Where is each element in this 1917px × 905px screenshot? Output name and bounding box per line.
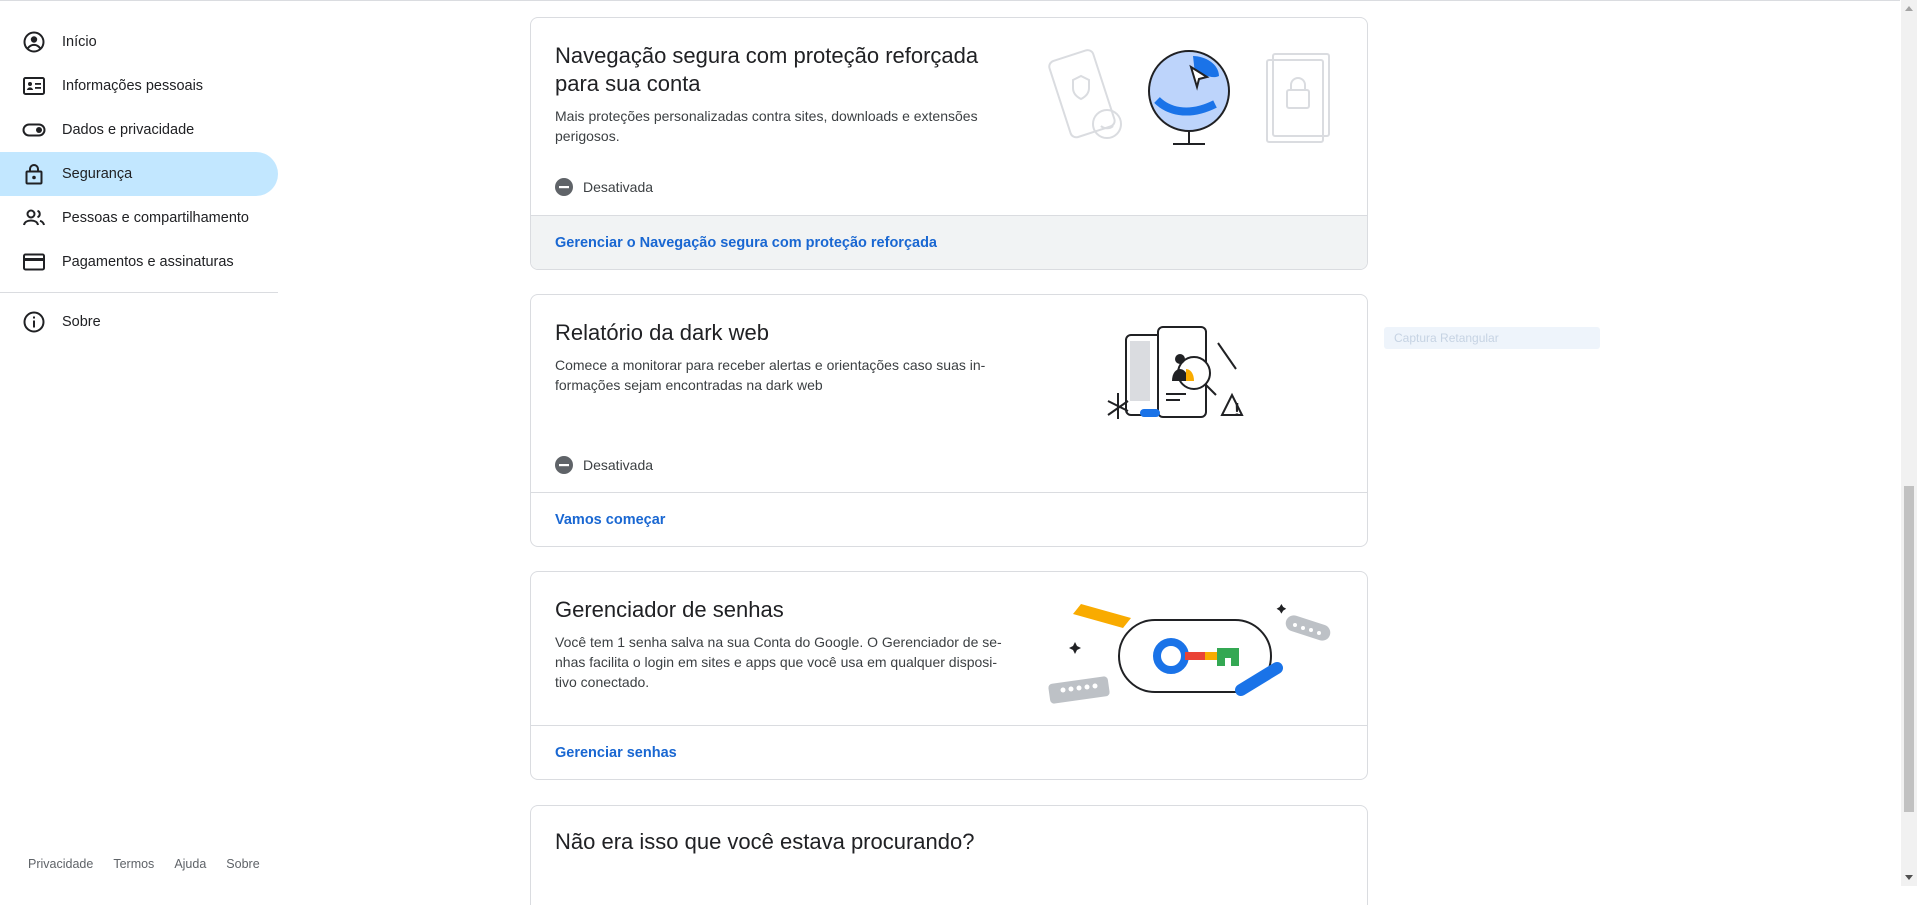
footer-help-link[interactable]: Ajuda: [174, 857, 206, 871]
toggle-icon: [22, 118, 46, 142]
info-icon: [22, 310, 46, 334]
scroll-down-arrow-icon[interactable]: [1901, 870, 1917, 886]
sidebar-item-label: Pagamentos e assinaturas: [62, 254, 234, 270]
card-description-line: nhas facilita o login em sites e apps qu…: [555, 654, 998, 670]
disabled-status-icon: [555, 456, 573, 474]
sidebar-item-about[interactable]: Sobre: [0, 300, 278, 344]
sidebar-nav: Início Informações pessoais Dados e priv…: [0, 0, 280, 886]
not-found-card: Não era isso que você estava procurando?: [530, 805, 1368, 905]
password-manager-illustration: [1048, 604, 1331, 704]
sidebar-item-inicio[interactable]: Início: [0, 20, 278, 64]
card-title: Relatório da dark web: [555, 320, 770, 345]
sidebar-item-payments[interactable]: Pagamentos e assinaturas: [0, 240, 278, 284]
status-badge: Desativada: [555, 456, 653, 474]
credit-card-icon: [22, 250, 46, 274]
dark-web-illustration: !: [1107, 326, 1244, 420]
footer-terms-link[interactable]: Termos: [113, 857, 154, 871]
id-card-icon: [22, 74, 46, 98]
rectangular-capture-chip[interactable]: Captura Retangular: [1384, 327, 1600, 349]
manage-safe-browsing-link[interactable]: Gerenciar o Navegação segura com proteçã…: [555, 235, 937, 251]
card-description-line: perigosos.: [555, 128, 620, 144]
card-title-line: Navegação segura com proteção reforçada: [555, 43, 979, 68]
svg-text:!: !: [1234, 400, 1240, 420]
dark-web-report-card: Relatório da dark web Comece a monitorar…: [530, 294, 1368, 547]
card-action-bar: Gerenciar o Navegação segura com proteçã…: [531, 215, 1367, 269]
card-description-line: tivo conectado.: [555, 674, 650, 690]
card-description-line: Mais proteções personalizadas contra sit…: [555, 108, 978, 124]
card-title: Navegação segura com proteção reforçada …: [555, 42, 978, 98]
top-divider: [0, 0, 1900, 1]
card-description: Mais proteções personalizadas contra sit…: [555, 106, 1025, 146]
footer-links: Privacidade Termos Ajuda Sobre: [28, 857, 280, 871]
status-text: Desativada: [583, 457, 654, 473]
sidebar-item-label: Sobre: [62, 314, 101, 330]
safe-browsing-illustration: [1048, 49, 1330, 145]
card-description: Você tem 1 senha salva na sua Conta do G…: [555, 632, 1025, 692]
sidebar-item-data-privacy[interactable]: Dados e privacidade: [0, 108, 278, 152]
status-badge: Desativada: [555, 178, 653, 196]
sidebar-item-personal-info[interactable]: Informações pessoais: [0, 64, 278, 108]
card-description-line: formações sejam encontradas na dark web: [555, 377, 823, 393]
scrollbar-thumb[interactable]: [1904, 486, 1914, 812]
password-manager-card: Gerenciador de senhas Você tem 1 senha s…: [530, 571, 1368, 780]
footer-privacy-link[interactable]: Privacidade: [28, 857, 93, 871]
card-action-bar: Gerenciar senhas: [531, 725, 1367, 779]
footer-about-link[interactable]: Sobre: [226, 857, 259, 871]
sidebar-item-label: Dados e privacidade: [62, 122, 195, 138]
account-circle-icon: [22, 30, 46, 54]
people-icon: [22, 206, 46, 230]
card-description: Comece a monitorar para receber alertas …: [555, 355, 1025, 395]
sidebar-item-label: Início: [62, 34, 97, 50]
sidebar-item-label: Segurança: [62, 166, 133, 182]
manage-passwords-link[interactable]: Gerenciar senhas: [555, 745, 677, 761]
card-title: Não era isso que você estava procurando?: [555, 829, 975, 854]
card-title: Gerenciador de senhas: [555, 597, 784, 622]
sidebar-item-security[interactable]: Segurança: [0, 152, 278, 196]
status-text: Desativada: [583, 179, 654, 195]
card-title-line: para sua conta: [555, 71, 701, 96]
card-description-line: Comece a monitorar para receber alertas …: [555, 357, 986, 373]
scroll-up-arrow-icon[interactable]: [1901, 0, 1917, 16]
get-started-link[interactable]: Vamos começar: [555, 512, 665, 528]
overlay-chip-label: Captura Retangular: [1394, 331, 1499, 345]
vertical-scrollbar[interactable]: [1901, 0, 1917, 886]
lock-icon: [22, 162, 46, 186]
sidebar-divider: [0, 292, 278, 293]
sidebar-item-label: Pessoas e compartilhamento: [62, 210, 249, 226]
card-description-line: Você tem 1 senha salva na sua Conta do G…: [555, 634, 1002, 650]
disabled-status-icon: [555, 178, 573, 196]
card-action-bar: Vamos começar: [531, 492, 1367, 546]
sidebar-item-people-sharing[interactable]: Pessoas e compartilhamento: [0, 196, 278, 240]
sidebar-item-label: Informações pessoais: [62, 78, 204, 94]
safe-browsing-card: Navegação segura com proteção reforçada …: [530, 17, 1368, 270]
